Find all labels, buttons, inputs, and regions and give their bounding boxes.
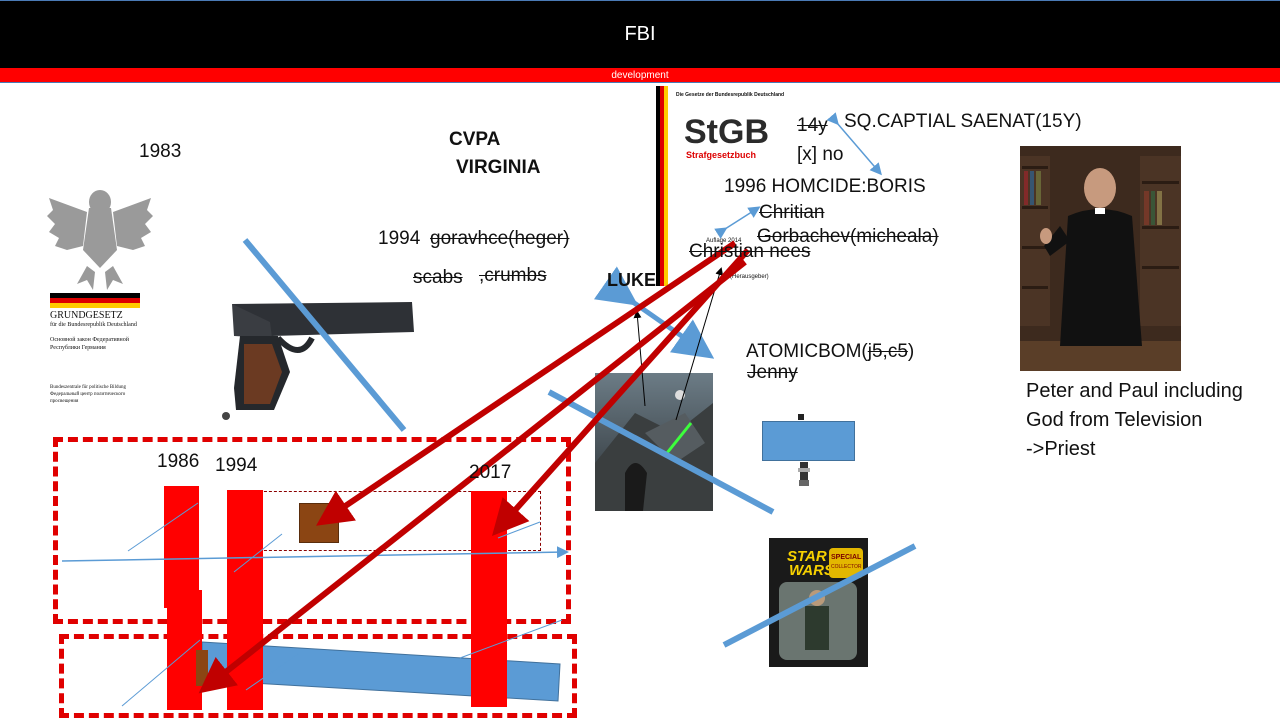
crossout-line-toy bbox=[722, 543, 917, 648]
crossout-line-pistol bbox=[242, 238, 407, 432]
label-cvpa: CVPA bbox=[449, 129, 501, 150]
timeline-tick-6 bbox=[459, 619, 563, 659]
crossout-line-scene bbox=[547, 389, 775, 515]
label-atomicbom: ATOMICBOM(j5,c5) bbox=[746, 341, 915, 362]
timeline-tick-5 bbox=[245, 653, 299, 691]
timeline-axis bbox=[61, 546, 569, 562]
label-goravhce: goravhce(heger) bbox=[430, 228, 570, 249]
label-timeline-1986: 1986 bbox=[157, 451, 200, 472]
label-scabs: scabs bbox=[413, 267, 463, 288]
blue-arrow-chritian bbox=[714, 206, 761, 239]
timeline-tick-1 bbox=[127, 502, 199, 552]
label-chritian: Chritian bbox=[759, 202, 825, 223]
label-peter-paul-2: God from Television bbox=[1026, 409, 1203, 431]
timeline-tick-4 bbox=[121, 639, 201, 707]
label-1983: 1983 bbox=[139, 141, 182, 162]
label-1994-top: 1994 bbox=[378, 228, 421, 249]
label-jenny: Jenny bbox=[747, 362, 798, 383]
label-x-no: [x] no bbox=[797, 144, 844, 165]
label-crumbs: ,crumbs bbox=[479, 265, 547, 286]
label-homcide: 1996 HOMCIDE:BORIS bbox=[724, 176, 926, 197]
annotation-overlay bbox=[61, 112, 917, 707]
label-luke: LUKE bbox=[607, 270, 656, 290]
label-peter-paul-1: Peter and Paul including bbox=[1026, 380, 1243, 402]
black-arrow-1 bbox=[633, 310, 646, 407]
timeline-tick-2 bbox=[233, 533, 283, 573]
label-peter-paul-3: ->Priest bbox=[1026, 438, 1096, 460]
label-timeline-1994: 1994 bbox=[215, 455, 258, 476]
label-christian-nees: Christian nees bbox=[689, 241, 811, 262]
label-timeline-2017: 2017 bbox=[469, 462, 512, 483]
label-virginia: VIRGINIA bbox=[456, 157, 541, 178]
label-sq-captial: SQ.CAPTIAL SAENAT(15Y) bbox=[844, 111, 1082, 132]
label-14y: 14y bbox=[797, 115, 828, 136]
